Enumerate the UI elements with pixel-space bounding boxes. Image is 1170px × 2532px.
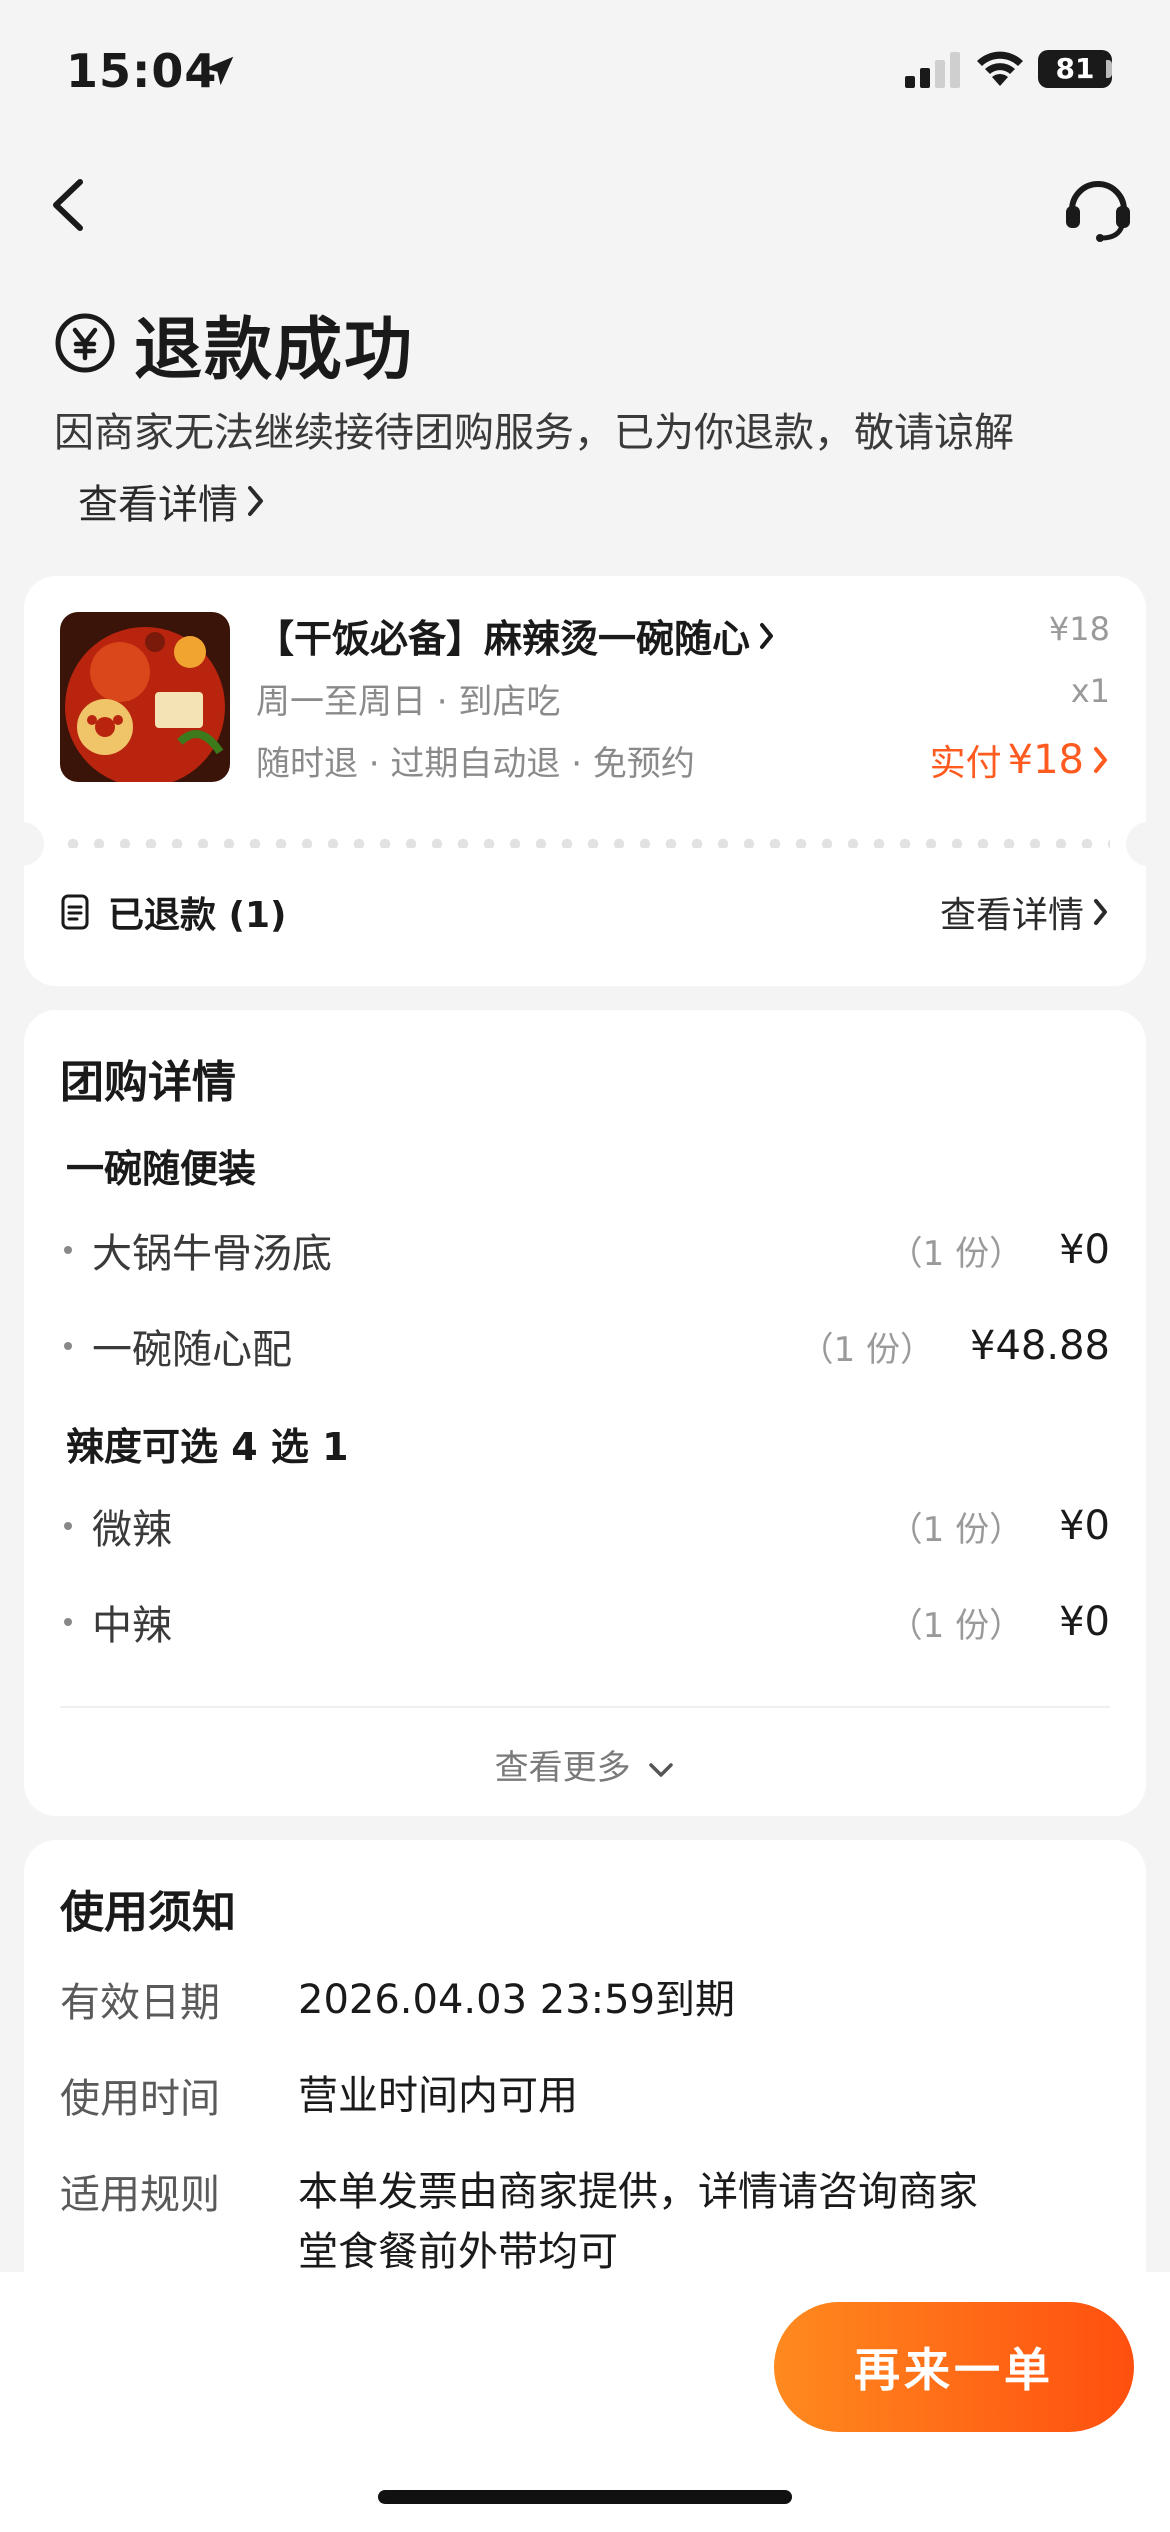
view-more-label: 查看更多 bbox=[494, 1748, 631, 1788]
bullet bbox=[64, 1618, 72, 1626]
item-count: （1 份） bbox=[888, 1605, 1024, 1646]
item-price: ¥0 bbox=[1059, 1503, 1110, 1549]
notice-value: 本单发票由商家提供，详情请咨询商家 bbox=[298, 2169, 978, 2215]
spice-section-title: 辣度可选 4 选 1 bbox=[66, 1425, 349, 1469]
bullet bbox=[64, 1522, 72, 1530]
refund-title-row: 退款成功 bbox=[54, 300, 414, 390]
package-section-title: 一碗随便装 bbox=[66, 1147, 257, 1191]
chevron-right-icon bbox=[1094, 747, 1107, 773]
product-policy: 随时退 · 过期自动退 · 免预约 bbox=[256, 744, 695, 784]
list-item: 中辣 （1 份） ¥0 bbox=[64, 1592, 1110, 1652]
cellular-signal-icon bbox=[905, 52, 960, 88]
notice-row-valid-date: 有效日期 2026.04.03 23:59到期 bbox=[60, 1970, 1110, 2030]
usage-notice-title: 使用须知 bbox=[60, 1887, 236, 1938]
location-arrow-icon bbox=[204, 56, 234, 86]
notice-label: 使用时间 bbox=[60, 2076, 220, 2122]
item-price: ¥0 bbox=[1059, 1599, 1110, 1645]
chevron-right-icon bbox=[1094, 899, 1107, 925]
chevron-right-icon bbox=[248, 486, 263, 516]
paid-value: ¥18 bbox=[1007, 737, 1084, 783]
list-item: 一碗随心配 （1 份） ¥48.88 bbox=[64, 1316, 1110, 1376]
bullet bbox=[64, 1246, 72, 1254]
product-name: 【干饭必备】麻辣烫一碗随心 bbox=[256, 617, 751, 661]
status-time: 15:04 bbox=[66, 44, 218, 98]
paid-amount-link[interactable]: 实付 ¥18 bbox=[930, 734, 1110, 786]
chevron-down-icon bbox=[649, 1762, 674, 1777]
battery-tip bbox=[1106, 60, 1112, 78]
status-bar: 15:04 81 bbox=[0, 0, 1170, 150]
receipt-icon bbox=[61, 894, 89, 930]
bottom-action-bar: 再来一单 bbox=[0, 2272, 1170, 2532]
refund-detail-link[interactable]: 查看详情 bbox=[78, 472, 266, 530]
notice-label: 适用规则 bbox=[60, 2172, 220, 2218]
product-thumbnail[interactable] bbox=[60, 612, 230, 782]
item-count: （1 份） bbox=[888, 1233, 1024, 1274]
notice-row-use-time: 使用时间 营业时间内可用 bbox=[60, 2066, 1110, 2126]
page-title: 退款成功 bbox=[134, 310, 415, 390]
item-name: 中辣 bbox=[92, 1603, 172, 1649]
product-price: ¥18 bbox=[1048, 610, 1110, 648]
ticket-notch-right bbox=[1126, 822, 1150, 866]
paid-label: 实付 bbox=[929, 743, 1002, 784]
item-name: 大锅牛骨汤底 bbox=[92, 1231, 332, 1277]
wifi-icon bbox=[977, 51, 1023, 86]
divider bbox=[60, 1706, 1110, 1708]
refund-detail-label: 查看详情 bbox=[78, 482, 238, 528]
notice-label: 有效日期 bbox=[60, 1980, 220, 2026]
item-count: （1 份） bbox=[888, 1509, 1024, 1550]
view-refund-detail-link[interactable]: 查看详情 bbox=[940, 886, 1110, 938]
ticket-notch-left bbox=[20, 822, 44, 866]
view-more-link[interactable]: 查看更多 bbox=[24, 1740, 1146, 1789]
notice-value: 2026.04.03 23:59到期 bbox=[298, 1977, 736, 2023]
reorder-button[interactable]: 再来一单 bbox=[774, 2302, 1134, 2432]
product-quantity: x1 bbox=[1070, 672, 1110, 710]
view-detail-label: 查看详情 bbox=[939, 895, 1084, 936]
item-price: ¥48.88 bbox=[970, 1323, 1110, 1369]
product-schedule: 周一至周日 · 到店吃 bbox=[256, 682, 561, 722]
item-price: ¥0 bbox=[1059, 1227, 1110, 1273]
customer-service-icon[interactable] bbox=[1060, 172, 1136, 242]
dotted-divider bbox=[60, 838, 1110, 848]
back-arrow-icon[interactable] bbox=[40, 170, 100, 240]
notice-value-group: 本单发票由商家提供，详情请咨询商家 堂食餐前外带均可 bbox=[298, 2162, 1110, 2282]
group-detail-card: 团购详情 一碗随便装 大锅牛骨汤底 （1 份） ¥0 一碗随心配 （1 份） ¥… bbox=[24, 1010, 1146, 1816]
refunded-status: 已退款 (1) bbox=[60, 886, 287, 938]
list-item: 微辣 （1 份） ¥0 bbox=[64, 1496, 1110, 1556]
notice-value: 营业时间内可用 bbox=[298, 2073, 578, 2119]
list-item: 大锅牛骨汤底 （1 份） ¥0 bbox=[64, 1220, 1110, 1280]
refunded-label: 已退款 (1) bbox=[108, 895, 287, 936]
battery-level: 81 bbox=[1038, 50, 1112, 88]
home-indicator bbox=[378, 2490, 792, 2504]
refund-description: 因商家无法继续接待团购服务，已为你退款，敬请谅解 bbox=[54, 410, 1014, 456]
bullet bbox=[64, 1342, 72, 1350]
yen-circle-icon bbox=[55, 313, 115, 373]
product-name-link[interactable]: 【干饭必备】麻辣烫一碗随心 bbox=[256, 608, 776, 663]
item-name: 微辣 bbox=[92, 1507, 172, 1553]
group-detail-title: 团购详情 bbox=[60, 1057, 236, 1108]
order-card: 【干饭必备】麻辣烫一碗随心 周一至周日 · 到店吃 随时退 · 过期自动退 · … bbox=[20, 576, 1150, 986]
item-count: （1 份） bbox=[799, 1329, 935, 1370]
chevron-right-icon bbox=[760, 622, 774, 649]
item-name: 一碗随心配 bbox=[92, 1327, 292, 1373]
notice-row-rules: 适用规则 本单发票由商家提供，详情请咨询商家 堂食餐前外带均可 bbox=[60, 2162, 1110, 2282]
